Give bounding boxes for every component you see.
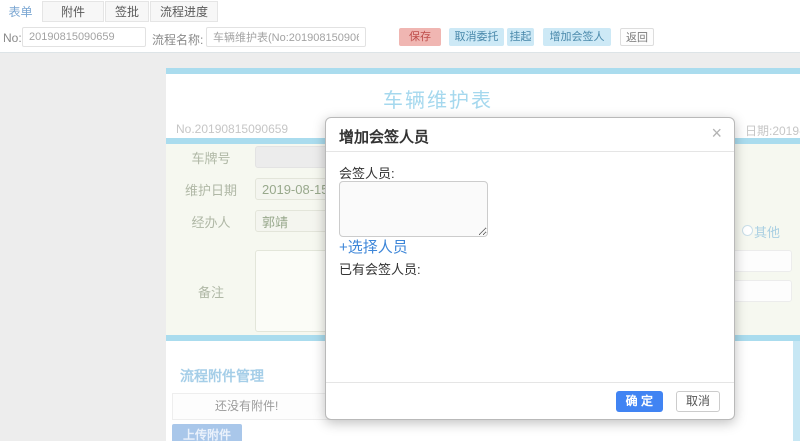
add-countersigner-modal: 增加会签人员 × 会签人员: +选择人员 已有会签人员: 确 定 取消 (325, 117, 735, 420)
attachment-section-heading: 流程附件管理 (180, 368, 264, 384)
flow-no-input[interactable] (22, 27, 146, 47)
suspend-button[interactable]: 挂起 (507, 28, 534, 46)
form-date-text: 日期:2019-08-15 (745, 124, 800, 138)
upload-attachment-button[interactable]: 上传附件 (172, 424, 242, 441)
other-option-label: 其他 (754, 225, 781, 240)
modal-header: 增加会签人员 × (326, 118, 734, 152)
tab-attachment[interactable]: 附件 (42, 1, 104, 22)
app-window: 表单 附件 签批 流程进度 No: 流程名称: 保存 取消委托 挂起 增加会签人… (0, 0, 800, 441)
modal-footer: 确 定 取消 (326, 382, 734, 419)
back-button[interactable]: 返回 (620, 28, 654, 46)
add-countersigner-button[interactable]: 增加会签人 (543, 28, 611, 46)
save-button[interactable]: 保存 (399, 28, 441, 46)
maintenance-date-label: 维护日期 (184, 183, 237, 198)
modal-title: 增加会签人员 (339, 129, 430, 146)
tab-sign-approval[interactable]: 签批 (105, 1, 149, 22)
process-name-input[interactable] (206, 27, 366, 47)
handler-label: 经办人 (191, 215, 231, 230)
form-no-text: No.20190815090659 (176, 122, 289, 136)
plate-number-label: 车牌号 (191, 151, 231, 166)
countersigner-field-label: 会签人员: (339, 166, 395, 181)
tab-form[interactable]: 表单 (0, 1, 41, 22)
other-radio-icon[interactable] (742, 225, 753, 236)
tab-process-progress[interactable]: 流程进度 (150, 1, 218, 22)
cancel-button[interactable]: 取消 (675, 390, 720, 412)
top-accent-bar (166, 68, 800, 74)
flow-no-label: No: (3, 31, 22, 45)
close-icon[interactable]: × (711, 123, 722, 143)
remarks-label: 备注 (197, 285, 224, 300)
existing-countersigners-label: 已有会签人员: (339, 262, 421, 277)
cancel-delegation-button[interactable]: 取消委托 (449, 28, 504, 46)
countersigner-textarea[interactable] (339, 181, 488, 237)
confirm-button[interactable]: 确 定 (615, 390, 663, 412)
process-name-label: 流程名称: (152, 33, 204, 47)
form-title: 车辆维护表 (383, 90, 493, 112)
tab-bar: 表单 附件 签批 流程进度 (0, 0, 800, 23)
select-person-link[interactable]: +选择人员 (339, 236, 408, 257)
